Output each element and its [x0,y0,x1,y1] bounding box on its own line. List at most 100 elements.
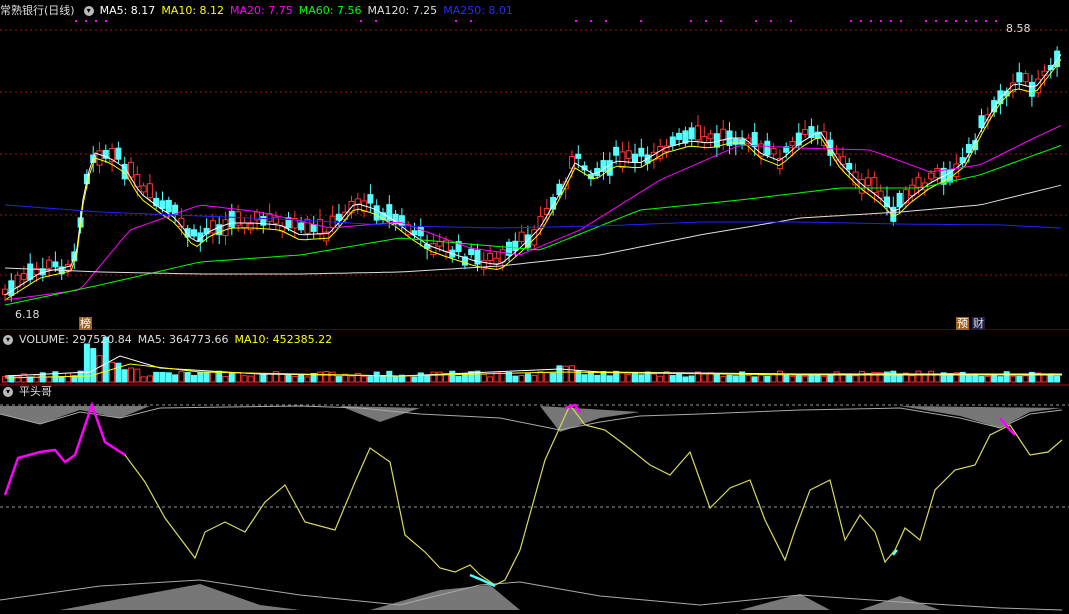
candle-body [46,259,53,269]
volume-bar [915,370,922,383]
volume-bar [304,376,311,383]
indicator-upper-curve [0,405,1063,431]
volume-bar [524,373,531,383]
volume-bar [550,372,557,383]
indicator-area [60,584,940,610]
badge-yu[interactable]: 预 [956,317,969,330]
indicator-main-line [4,403,1063,586]
volume-bar [506,371,512,383]
volume-bar [90,348,97,383]
volume-bar [821,376,827,383]
candle-body [802,128,809,135]
volume-bar [909,375,916,383]
price-chart[interactable] [0,0,1069,330]
volume-bar [96,355,103,383]
candle-body [928,172,935,180]
volume-bar [455,375,462,383]
candle-body [417,226,424,237]
signal-marker [975,20,977,22]
volume-bar [373,371,380,383]
volume-bar [191,374,197,383]
candle-body [140,185,147,193]
candle-body [247,223,254,231]
volume-bar [776,370,783,383]
candle-body [191,229,197,237]
volume-bar [713,372,720,383]
indicator-name: 平头哥 [19,385,52,398]
chevron-down-icon[interactable]: ▾ [3,387,13,397]
volume-bar [128,367,134,383]
volume-bar [606,375,613,383]
volume-bar [625,374,632,383]
signal-marker [890,20,892,22]
volume-bar [140,376,147,383]
volume-bar [380,375,386,383]
volume-bar [480,373,487,383]
volume-bar [726,374,733,383]
volume-bar [594,374,601,383]
ma250-label: MA250: 8.01 [443,4,513,17]
volume-bar [367,376,374,383]
candle-body [178,217,185,227]
volume-bar [682,376,689,383]
volume-bar [764,375,771,383]
volume-bar [556,365,563,383]
ma60-line [4,144,1062,306]
volume-bar [814,374,821,383]
volume-bar [65,372,71,383]
candle-body [499,249,506,263]
signal-marker [925,20,927,22]
volume-bar [298,373,305,383]
signal-marker [85,20,87,22]
candle-body [770,148,777,155]
candle-body [707,133,714,140]
volume-bar [978,376,985,383]
volume-ma5-label: MA5: 364773.66 [137,333,229,346]
volume-bar [991,375,998,383]
volume-bar [279,373,286,383]
candle-body [14,274,21,288]
volume-bar [581,374,588,383]
volume-bar [335,376,342,383]
volume-bar [852,375,859,383]
volume-bar [266,373,273,383]
volume-bar [8,375,15,383]
signal-marker [860,20,862,22]
candle-body [115,147,122,160]
volume-bar [449,370,456,383]
volume-bar [1003,371,1010,383]
signal-marker [850,20,852,22]
signal-marker [900,20,902,22]
volume-bar [109,361,116,383]
chevron-down-icon[interactable]: ▾ [83,6,94,16]
volume-bar [783,374,790,383]
volume-bar [33,374,40,383]
signal-marker [770,20,772,22]
chevron-down-icon[interactable]: ▾ [3,335,13,345]
volume-bar [531,374,538,383]
candle-body [909,184,916,197]
candle-body [468,248,475,256]
candle-body [241,222,248,229]
volume-bar [569,365,575,383]
volume-bar [676,373,683,383]
indicator-chart[interactable] [0,400,1069,612]
volume-bar [833,371,840,383]
candle-body [896,192,903,208]
volume-bar [153,371,160,383]
signal-marker [870,20,872,22]
volume-bar [172,374,179,383]
indicator-area [340,406,1062,432]
badge-bang[interactable]: 榜 [79,317,92,330]
signal-marker [985,20,987,22]
volume-bar [896,375,903,383]
candle-body [518,231,525,242]
volume-bar [14,375,21,383]
volume-bar [720,376,727,383]
signal-marker [790,20,792,22]
badge-cai[interactable]: 财 [972,317,985,330]
signal-marker [690,20,692,22]
candle-body [512,240,519,252]
volume-bar [392,375,399,383]
candle-body [20,272,27,280]
